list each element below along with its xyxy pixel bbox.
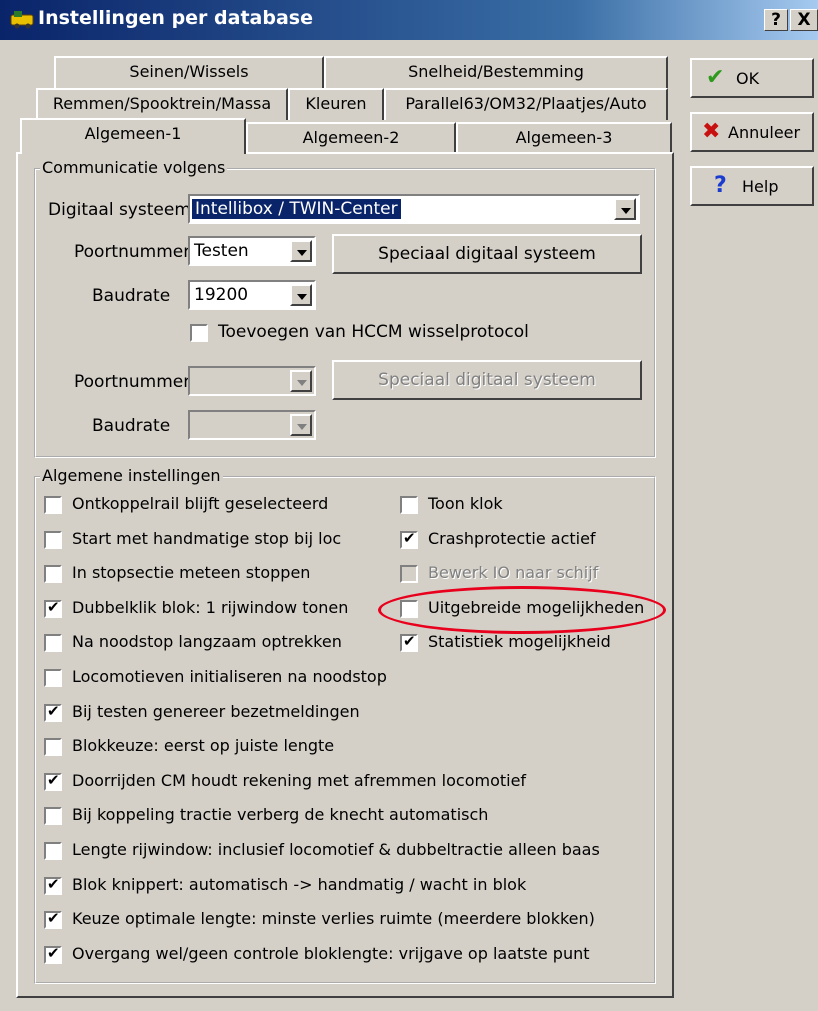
help-button[interactable]: ? Help (690, 166, 814, 206)
option-label: Blok knippert: automatisch -> handmatig … (72, 874, 527, 894)
cancel-button[interactable]: ✖ Annuleer (690, 112, 814, 152)
cancel-label: Annuleer (728, 123, 801, 142)
option-checkbox[interactable] (44, 875, 62, 895)
port1-value: Testen (194, 241, 249, 261)
option-checkbox[interactable] (44, 496, 62, 514)
tab-remmen[interactable]: Remmen/Spooktrein/Massa (36, 88, 288, 120)
question-icon: ? (714, 173, 727, 198)
port2-select[interactable] (188, 366, 316, 396)
close-title-button[interactable]: X (790, 9, 818, 31)
title-bar[interactable]: Instellingen per database ? X (0, 0, 818, 40)
option-label: Lengte rijwindow: inclusief locomotief &… (72, 840, 600, 859)
option-checkbox[interactable] (44, 530, 62, 549)
chevron-down-icon[interactable] (614, 198, 636, 220)
special-digital-system-button-2[interactable]: Speciaal digitaal systeem (332, 360, 642, 400)
help-label: Help (742, 177, 779, 196)
option-checkbox[interactable] (400, 529, 418, 549)
option-checkbox[interactable] (44, 909, 62, 930)
tab-kleuren[interactable]: Kleuren (288, 88, 384, 120)
window-title: Instellingen per database (38, 7, 313, 29)
option-checkbox[interactable] (44, 598, 62, 618)
chevron-down-icon (290, 414, 312, 436)
option-label: Na noodstop langzaam optrekken (72, 632, 342, 652)
baud1-select[interactable]: 19200 (188, 280, 316, 310)
option-checkbox[interactable] (400, 599, 418, 618)
tab-algemeen-2[interactable]: Algemeen-2 (246, 122, 456, 154)
digital-system-select[interactable]: Intellibox / TWIN-Center (188, 194, 640, 224)
option-label: Ontkoppelrail blijft geselecteerd (72, 494, 329, 513)
baud1-label: Baudrate (92, 286, 171, 306)
tab-parallel63[interactable]: Parallel63/OM32/Plaatjes/Auto (384, 88, 668, 120)
hccm-label: Toevoegen van HCCM wisselprotocol (218, 322, 529, 342)
option-checkbox[interactable] (44, 669, 62, 687)
option-checkbox[interactable] (44, 771, 62, 791)
chevron-down-icon[interactable] (290, 240, 312, 262)
option-label: Dubbelklik blok: 1 rijwindow tonen (72, 597, 349, 617)
option-label: Toon klok (428, 494, 503, 513)
tab-snelheid-bestemming[interactable]: Snelheid/Bestemming (324, 56, 668, 88)
option-checkbox[interactable] (44, 702, 62, 722)
option-label: Keuze optimale lengte: minste verlies ru… (72, 909, 595, 929)
digital-system-label: Digitaal systeem (48, 200, 191, 220)
option-label: Uitgebreide mogelijkheden (428, 597, 645, 617)
ok-button[interactable]: ✔ OK (690, 58, 814, 98)
option-label: Start met handmatige stop bij loc (72, 528, 342, 548)
option-checkbox[interactable] (44, 738, 62, 757)
special-digital-system-button[interactable]: Speciaal digitaal systeem (332, 234, 642, 274)
hccm-checkbox[interactable] (190, 324, 208, 342)
port2-label: Poortnummer (74, 372, 191, 392)
ok-label: OK (736, 69, 760, 88)
general-settings-group (34, 476, 656, 984)
baud2-label: Baudrate (92, 416, 171, 436)
cross-icon: ✖ (702, 119, 721, 144)
tab-algemeen-1[interactable]: Algemeen-1 (20, 118, 246, 154)
option-label: Bij testen genereer bezetmeldingen (72, 701, 360, 721)
option-checkbox[interactable] (44, 565, 62, 584)
option-checkbox[interactable] (44, 807, 62, 826)
baud2-select[interactable] (188, 410, 316, 440)
app-icon (10, 11, 34, 29)
help-title-button[interactable]: ? (764, 9, 788, 31)
option-label: Crashprotectie actief (428, 528, 596, 548)
option-checkbox[interactable] (400, 496, 418, 514)
chevron-down-icon (290, 370, 312, 392)
digital-system-value: Intellibox / TWIN-Center (192, 199, 401, 219)
checkmark-icon: ✔ (706, 65, 725, 90)
chevron-down-icon[interactable] (290, 284, 312, 306)
option-label: Doorrijden CM houdt rekening met afremme… (72, 770, 527, 790)
baud1-value: 19200 (194, 285, 249, 305)
option-checkbox[interactable] (44, 634, 62, 653)
tab-seinen-wissels[interactable]: Seinen/Wissels (54, 56, 324, 88)
option-checkbox[interactable] (400, 565, 418, 584)
special-button-label: Speciaal digitaal systeem (378, 244, 596, 264)
option-label: Blokkeuze: eerst op juiste lengte (72, 736, 335, 756)
option-label: Bewerk IO naar schijf (428, 563, 599, 583)
option-label: In stopsectie meteen stoppen (72, 563, 311, 583)
general-settings-group-label: Algemene instellingen (40, 466, 223, 485)
option-label: Bij koppeling tractie verberg de knecht … (72, 805, 489, 825)
option-label: Statistiek mogelijkheid (428, 632, 611, 652)
communication-group-label: Communicatie volgens (40, 158, 228, 177)
option-label: Overgang wel/geen controle bloklengte: v… (72, 943, 590, 963)
port1-label: Poortnummer (74, 242, 191, 262)
port1-select[interactable]: Testen (188, 236, 316, 266)
tab-algemeen-3[interactable]: Algemeen-3 (456, 122, 672, 154)
option-label: Locomotieven initialiseren na noodstop (72, 667, 387, 686)
special-button-2-label: Speciaal digitaal systeem (378, 370, 596, 390)
option-checkbox[interactable] (44, 842, 62, 860)
option-checkbox[interactable] (44, 944, 62, 964)
option-checkbox[interactable] (400, 632, 418, 653)
